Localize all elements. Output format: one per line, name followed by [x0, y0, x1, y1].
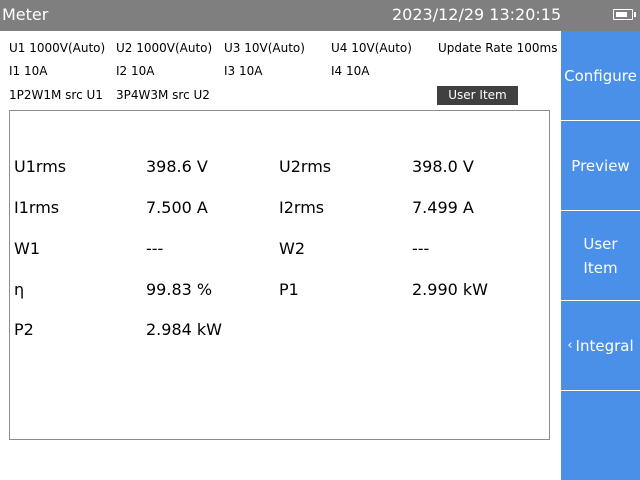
measurement-label: W1 — [14, 239, 40, 258]
measurement-label: P2 — [14, 320, 34, 339]
user-item-button[interactable]: User Item — [561, 211, 640, 300]
measurement-panel: U1rms 398.6 V U2rms 398.0 V I1rms 7.500 … — [9, 110, 550, 440]
measurement-label: W2 — [279, 239, 305, 258]
preview-button[interactable]: Preview — [561, 121, 640, 210]
measurement-label: P1 — [279, 280, 299, 299]
measurement-value: --- — [146, 239, 164, 258]
wiring-2: 3P4W3M src U2 — [116, 88, 210, 102]
measurement-label: I2rms — [279, 198, 325, 217]
channel-u1: U1 1000V(Auto) — [9, 41, 106, 55]
title-bar: Meter 2023/12/29 13:20:15 — [0, 0, 640, 31]
measurement-label: U1rms — [14, 157, 67, 176]
measurement-label: U2rms — [279, 157, 332, 176]
wiring-1: 1P2W1M src U1 — [9, 88, 103, 102]
configure-button[interactable]: Configure — [561, 31, 640, 120]
channel-i1: I1 10A — [9, 64, 48, 78]
channel-u3: U3 10V(Auto) — [224, 41, 305, 55]
update-rate: Update Rate 100ms — [438, 41, 558, 55]
sidebar-item-label: User Item — [583, 234, 618, 277]
sidebar-item-label: Integral — [575, 336, 634, 355]
datetime: 2023/12/29 13:20:15 — [392, 5, 562, 24]
channel-u2: U2 1000V(Auto) — [116, 41, 213, 55]
measurement-value: 99.83 % — [146, 280, 213, 299]
measurement-value: 398.6 V — [146, 157, 208, 176]
channel-i2: I2 10A — [116, 64, 155, 78]
measurement-value: 2.984 kW — [146, 320, 222, 339]
channel-u4: U4 10V(Auto) — [331, 41, 412, 55]
sidebar: Configure Preview User Item ‹ Integral — [561, 31, 640, 480]
window-title: Meter — [2, 5, 49, 24]
measurement-value: 2.990 kW — [412, 280, 488, 299]
user-item-badge: User Item — [437, 86, 518, 105]
empty-softkey-button[interactable] — [561, 391, 640, 480]
battery-icon — [613, 9, 636, 20]
measurement-value: --- — [412, 239, 430, 258]
chevron-left-icon: ‹ — [567, 337, 573, 353]
measurement-value: 7.500 A — [146, 198, 208, 217]
channel-i4: I4 10A — [331, 64, 370, 78]
measurement-value: 398.0 V — [412, 157, 474, 176]
integral-button[interactable]: ‹ Integral — [561, 301, 640, 390]
sidebar-item-label: Preview — [571, 156, 630, 175]
sidebar-item-label: Configure — [564, 66, 637, 85]
measurement-value: 7.499 A — [412, 198, 474, 217]
measurement-label: I1rms — [14, 198, 60, 217]
measurement-label: η — [14, 280, 25, 299]
channel-i3: I3 10A — [224, 64, 263, 78]
